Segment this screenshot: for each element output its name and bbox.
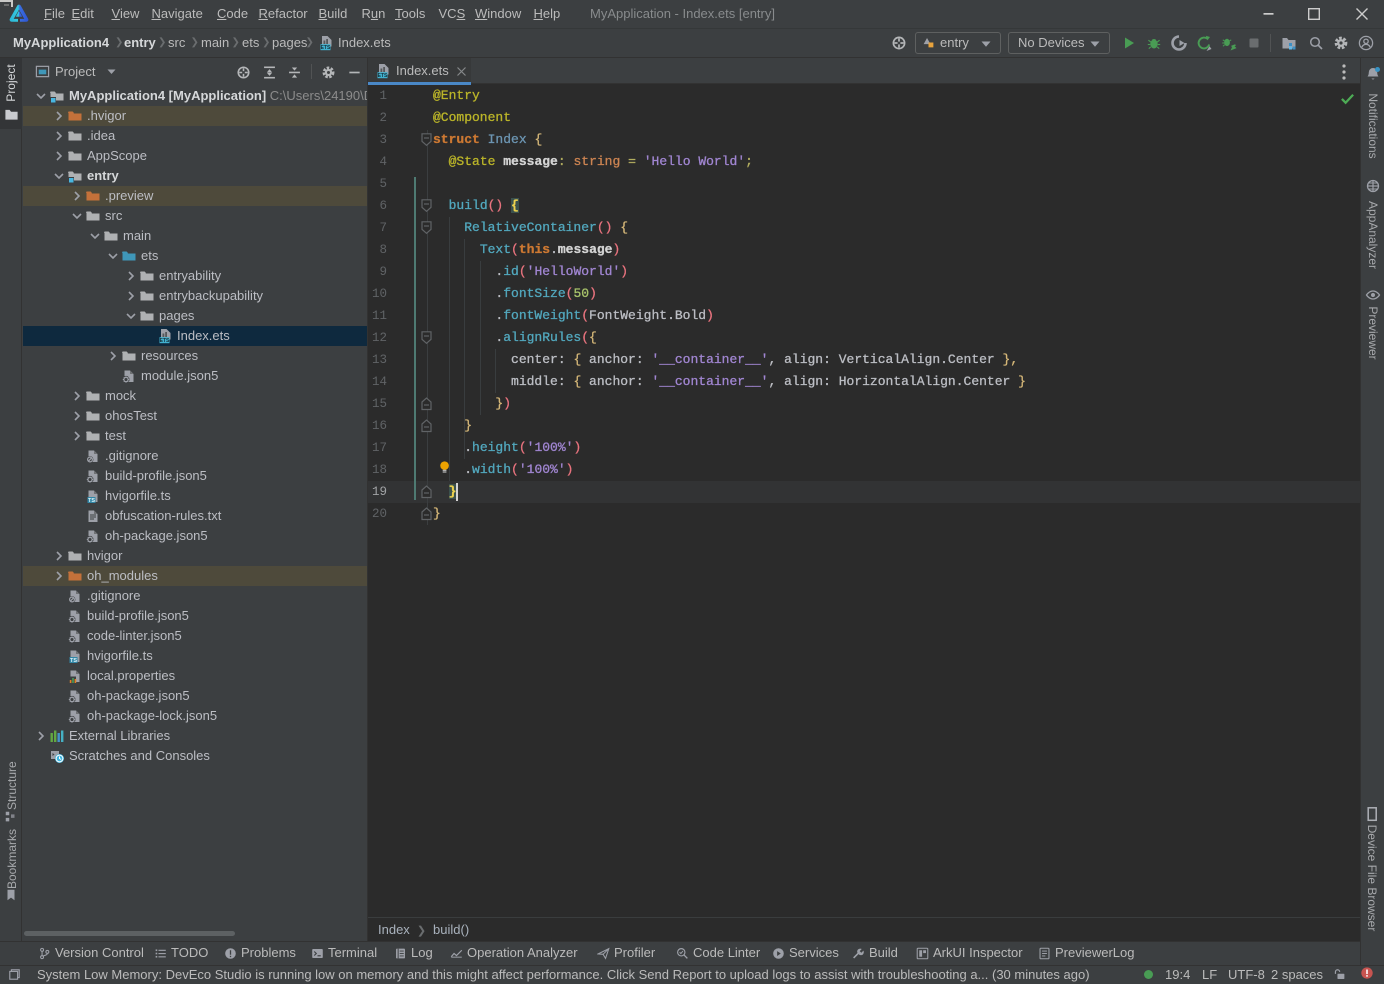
svg-text:ETS: ETS bbox=[160, 338, 170, 344]
svg-text:TS: TS bbox=[88, 498, 95, 504]
svg-text:TS: TS bbox=[70, 658, 77, 664]
svg-text:ETS: ETS bbox=[378, 73, 388, 79]
svg-text:ETS: ETS bbox=[321, 45, 331, 51]
